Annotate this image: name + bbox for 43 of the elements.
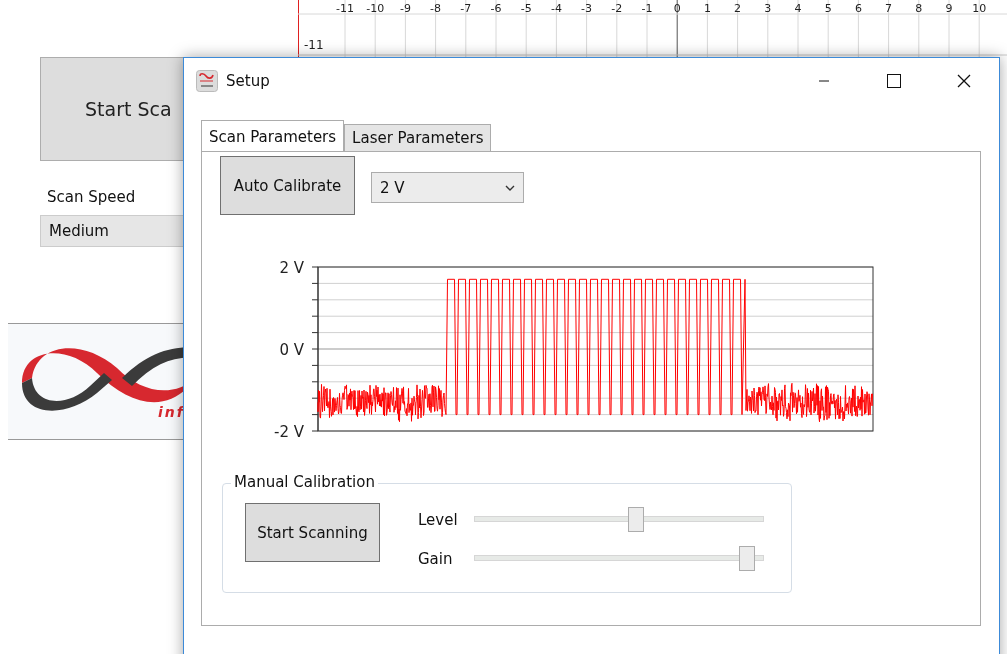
slider-thumb[interactable]	[628, 507, 645, 532]
x-axis-label: -10	[366, 2, 385, 15]
close-icon	[957, 73, 971, 88]
x-axis-label: -6	[490, 2, 502, 15]
y-axis-label: -11	[304, 38, 324, 52]
x-axis-label: 1	[703, 2, 711, 15]
slider-label: Gain	[418, 549, 454, 568]
slider[interactable]	[474, 546, 764, 571]
x-axis-label: -5	[520, 2, 532, 15]
tab[interactable]: Laser Parameters	[344, 124, 492, 151]
x-axis-label: -4	[550, 2, 562, 15]
x-axis-label: 7	[885, 2, 893, 15]
x-axis-label: 6	[854, 2, 862, 15]
x-axis-label: 9	[945, 2, 953, 15]
x-axis-label: 0	[673, 2, 681, 15]
maximize-icon	[887, 73, 901, 88]
x-axis-label: 4	[794, 2, 802, 15]
x-axis-label: -9	[399, 2, 411, 15]
x-axis-label: 8	[915, 2, 923, 15]
scan-speed-label: Scan Speed	[47, 188, 137, 206]
x-axis-label: -1	[641, 2, 653, 15]
chevron-down-icon	[505, 184, 515, 191]
slider-thumb[interactable]	[738, 546, 755, 571]
x-axis-label: -2	[611, 2, 623, 15]
x-axis-label: -11	[336, 2, 354, 15]
x-axis-label: 5	[824, 2, 832, 15]
x-axis-label: -3	[581, 2, 593, 15]
app-icon	[196, 69, 218, 92]
y-axis-label: 0 V	[279, 341, 304, 359]
logo-tagline: inf	[158, 404, 185, 420]
auto-calibrate-button[interactable]: Auto Calibrate	[220, 156, 355, 215]
y-axis-label: 2 V	[279, 259, 304, 277]
tab[interactable]: Scan Parameters	[201, 120, 345, 152]
y-axis-label: -2 V	[274, 423, 304, 441]
slider[interactable]	[474, 507, 764, 532]
start-scanning-button[interactable]: Start Scanning	[245, 503, 380, 562]
x-axis-label: -7	[460, 2, 472, 15]
x-axis-label: -8	[430, 2, 442, 15]
x-axis-label: 2	[734, 2, 742, 15]
slider-label: Level	[418, 510, 459, 529]
x-axis-label: 10	[972, 2, 987, 15]
x-axis-label: 3	[764, 2, 772, 15]
range-dropdown[interactable]: 2 V	[371, 172, 524, 203]
